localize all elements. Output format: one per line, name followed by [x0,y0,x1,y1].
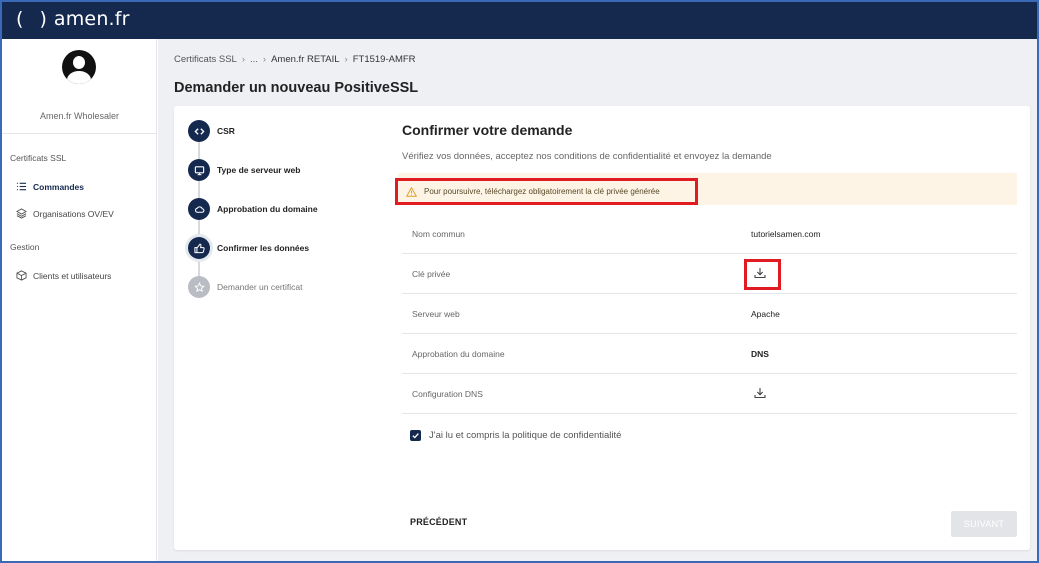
step-request-certificate: Demander un certificat [188,276,303,298]
breadcrumb: Certificats SSL › ... › Amen.fr RETAIL ›… [174,54,416,65]
sidebar-group-ssl: Certificats SSL [10,153,67,163]
row-label: Approbation du domaine [412,349,505,359]
step-csr[interactable]: CSR [188,120,235,142]
layers-icon [16,208,27,219]
sidebar-divider [2,133,157,134]
cloud-icon [194,205,204,213]
warning-banner: Pour poursuivre, téléchargez obligatoire… [395,173,1017,205]
account-name: Amen.fr Wholesaler [39,111,120,121]
confirm-subtitle: Vérifiez vos données, acceptez nos condi… [402,151,772,162]
warning-text: Pour poursuivre, téléchargez obligatoire… [424,187,660,196]
row-value: DNS [751,349,769,359]
row-value: tutorielsamen.com [751,229,821,239]
list-icon [16,182,27,191]
row-label: Serveur web [412,309,460,319]
row-value: Apache [751,309,780,319]
cube-icon [16,270,27,281]
previous-button[interactable]: PRÉCÉDENT [410,517,467,527]
table-row: Nom commun tutorielsamen.com [402,214,1017,254]
page-title: Demander un nouveau PositiveSSL [174,80,419,96]
sidebar-item-organisations[interactable]: Organisations OV/EV [16,208,114,219]
confirm-title: Confirmer votre demande [402,122,573,138]
amen-logo[interactable]: ( ) amen.fr [16,8,130,30]
row-label: Clé privée [412,269,451,279]
sidebar-item-clients[interactable]: Clients et utilisateurs [16,270,111,281]
warning-icon [406,186,417,197]
breadcrumb-item-ellipsis[interactable]: ... [250,54,258,65]
code-icon [193,127,205,135]
breadcrumb-item-current: FT1519-AMFR [352,54,416,65]
step-domain-approval[interactable]: Approbation du domaine [188,198,318,220]
privacy-checkbox[interactable] [410,430,421,441]
thumbs-up-icon [193,243,205,253]
order-card: CSR Type de serveur web Approbation du d… [174,106,1030,550]
row-label: Configuration DNS [412,389,483,399]
sidebar-group-gestion: Gestion [10,242,40,252]
breadcrumb-item-ssl[interactable]: Certificats SSL [174,54,237,65]
step-confirm-data[interactable]: Confirmer les données [188,237,309,259]
privacy-label[interactable]: J'ai lu et compris la politique de confi… [429,430,621,441]
avatar[interactable] [62,50,96,84]
main-content: Certificats SSL › ... › Amen.fr RETAIL ›… [158,39,1037,561]
privacy-consent: J'ai lu et compris la politique de confi… [410,430,621,441]
table-row: Serveur web Apache [402,294,1017,334]
warning-highlight: Pour poursuivre, téléchargez obligatoire… [395,178,698,205]
row-label: Nom commun [412,229,465,239]
table-row: Approbation du domaine DNS [402,334,1017,374]
check-icon [412,433,419,439]
download-icon[interactable] [753,386,767,400]
monitor-icon [194,165,204,175]
table-row: Clé privée [402,254,1017,294]
download-icon[interactable] [753,266,767,280]
breadcrumb-item-retail[interactable]: Amen.fr RETAIL [271,54,339,65]
step-server-type[interactable]: Type de serveur web [188,159,300,181]
table-row: Configuration DNS [402,374,1017,414]
sidebar-item-commandes[interactable]: Commandes [16,181,84,192]
top-bar: ( ) amen.fr [2,2,1037,39]
app-window: ( ) amen.fr Amen.fr Wholesaler Certificat… [0,0,1039,563]
next-button[interactable]: SUIVANT [951,511,1017,537]
sidebar: Amen.fr Wholesaler Certificats SSL Comma… [2,39,157,561]
star-icon [193,281,205,292]
